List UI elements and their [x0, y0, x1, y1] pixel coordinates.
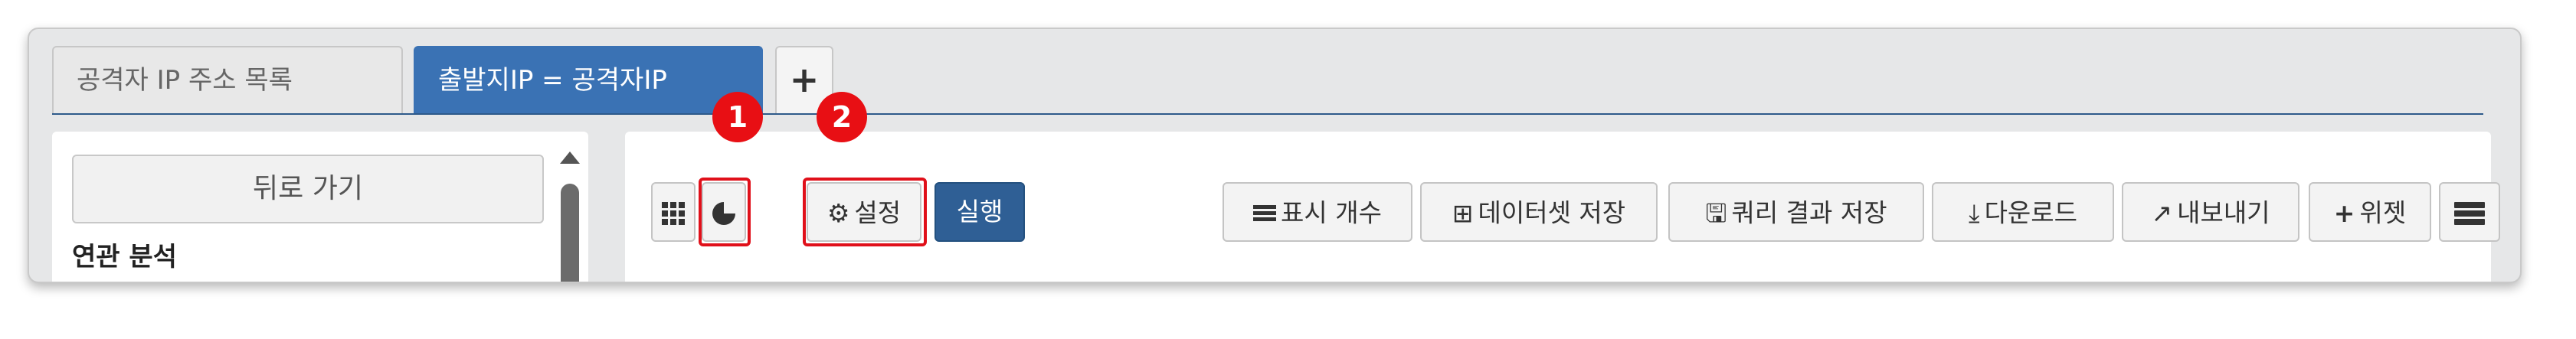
callout-badge-2: 2: [817, 92, 867, 142]
table-view-button[interactable]: [651, 182, 696, 242]
download-icon: ⤓: [1968, 197, 1980, 228]
tab-bar: 공격자 IP 주소 목록 출발지IP = 공격자IP +: [29, 29, 2520, 115]
list-icon: [1253, 203, 1277, 223]
floppy-disk-icon: 🖫: [1705, 197, 1727, 228]
download-button[interactable]: ⤓ 다운로드: [1932, 182, 2114, 242]
app-window: 공격자 IP 주소 목록 출발지IP = 공격자IP + 뒤로 가기 연관 분석…: [28, 28, 2522, 283]
export-label: 내보내기: [2177, 197, 2270, 228]
save-query-result-button[interactable]: 🖫 쿼리 결과 저장: [1668, 182, 1924, 242]
save-dataset-button[interactable]: ⊞ 데이터셋 저장: [1420, 182, 1658, 242]
share-icon: ↗: [2151, 197, 2173, 228]
widget-button[interactable]: + 위젯: [2309, 182, 2431, 242]
back-button[interactable]: 뒤로 가기: [72, 155, 544, 223]
tab-underline: [52, 113, 2483, 115]
export-button[interactable]: ↗ 내보내기: [2122, 182, 2299, 242]
section-title: 연관 분석: [72, 242, 177, 272]
scroll-up-arrow-icon[interactable]: [560, 152, 580, 164]
more-options-button[interactable]: [2439, 182, 2500, 242]
plus-square-icon: ⊞: [1452, 197, 1474, 228]
callout-badge-1: 1: [712, 92, 763, 142]
tab-attacker-ip-list[interactable]: 공격자 IP 주소 목록: [52, 46, 403, 113]
widget-label: 위젯: [2359, 197, 2407, 228]
callout-highlight-2: [803, 178, 927, 246]
grid-icon: [662, 201, 685, 225]
save-query-result-label: 쿼리 결과 저장: [1731, 197, 1887, 228]
save-dataset-label: 데이터셋 저장: [1478, 197, 1626, 228]
callout-highlight-1: [699, 178, 751, 246]
tab-source-ip-query[interactable]: 출발지IP = 공격자IP: [414, 46, 763, 113]
run-button[interactable]: 실행: [934, 182, 1025, 242]
scrollbar-thumb[interactable]: [561, 184, 579, 282]
display-count-button[interactable]: 표시 개수: [1223, 182, 1412, 242]
display-count-label: 표시 개수: [1281, 197, 1382, 228]
plus-icon: +: [2333, 197, 2355, 228]
server-icon: [2454, 200, 2485, 227]
download-label: 다운로드: [1984, 197, 2078, 228]
left-panel: 뒤로 가기 연관 분석: [52, 132, 588, 282]
